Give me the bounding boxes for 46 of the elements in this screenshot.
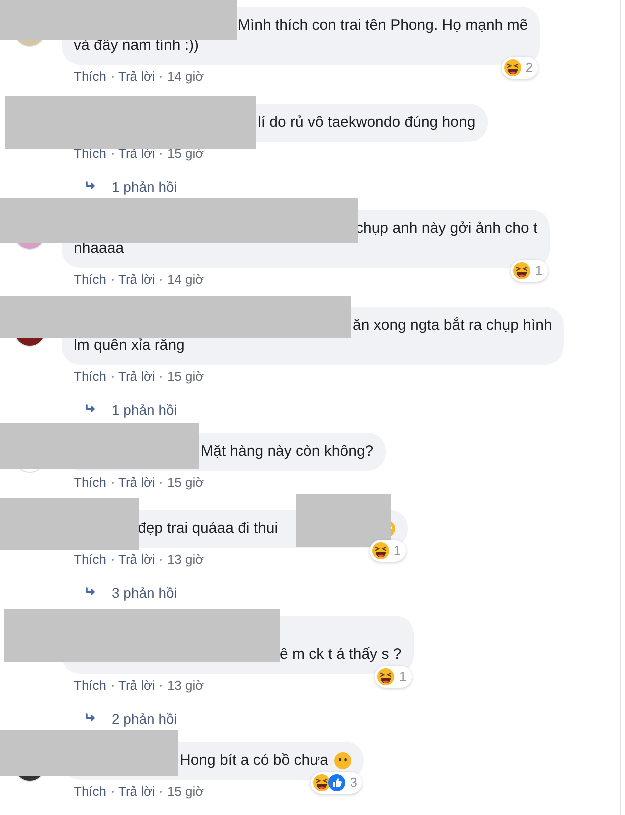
comment-text: đẹp trai quáaa đi thui [138, 519, 278, 539]
reply-link[interactable]: Trả lời [118, 369, 156, 385]
timestamp: 15 giờ [167, 784, 204, 800]
timestamp: 15 giờ [167, 146, 204, 162]
like-link[interactable]: Thích [74, 552, 107, 568]
reaction-count: 2 [526, 59, 534, 77]
comment-text: lí do rủ vô taekwondo đúng hong [258, 113, 476, 133]
thumbs-up-icon [328, 774, 346, 792]
laughing-face-icon [513, 262, 532, 280]
timestamp: 14 giờ [167, 69, 204, 85]
reply-link[interactable]: Trả lời [118, 475, 156, 491]
like-link[interactable]: Thích [74, 369, 107, 385]
reaction-count: 1 [399, 668, 407, 686]
comment-text: ăn xong ngta bắt ra chụp hình lm quên xỉa răng [74, 316, 552, 356]
reply-link[interactable]: Trả lời [118, 146, 156, 162]
reply-link[interactable]: Trả lời [118, 678, 156, 694]
timestamp: 15 giờ [167, 475, 204, 491]
laughing-face-icon [504, 59, 522, 77]
blank-face-icon [334, 752, 352, 770]
view-replies-link[interactable]: 1 phản hồi [62, 402, 178, 418]
reaction-count: 1 [394, 542, 402, 560]
laughing-face-icon [313, 774, 332, 792]
reaction-count: 3 [350, 774, 358, 792]
timestamp: 13 giờ [167, 678, 204, 694]
reply-link[interactable]: Trả lời [118, 784, 156, 800]
view-replies-link[interactable]: 2 phản hồi [62, 711, 178, 727]
reply-link[interactable]: Trả lời [118, 69, 156, 85]
reaction-count: 1 [535, 262, 543, 280]
comment-text: Mặt hàng này còn không? [201, 442, 374, 462]
like-link[interactable]: Thích [74, 272, 107, 288]
like-link[interactable]: Thích [74, 784, 107, 800]
view-replies-link[interactable]: 1 phản hồi [62, 179, 178, 195]
like-link[interactable]: Thích [74, 69, 107, 85]
comment-text: ê m ck t á thấy s ? [280, 645, 402, 665]
timestamp: 14 giờ [167, 272, 204, 288]
view-replies-link[interactable]: 3 phản hồi [62, 585, 178, 601]
timestamp: 15 giờ [167, 369, 204, 385]
like-link[interactable]: Thích [74, 475, 107, 491]
timestamp: 13 giờ [167, 552, 204, 568]
comment-text: Hong bít a có bồ chưa [180, 751, 328, 771]
reply-link[interactable]: Trả lời [118, 552, 156, 568]
like-link[interactable]: Thích [74, 678, 107, 694]
laughing-face-icon [377, 668, 396, 686]
laughing-face-icon [372, 542, 390, 560]
reply-link[interactable]: Trả lời [118, 272, 156, 288]
like-link[interactable]: Thích [74, 146, 107, 162]
